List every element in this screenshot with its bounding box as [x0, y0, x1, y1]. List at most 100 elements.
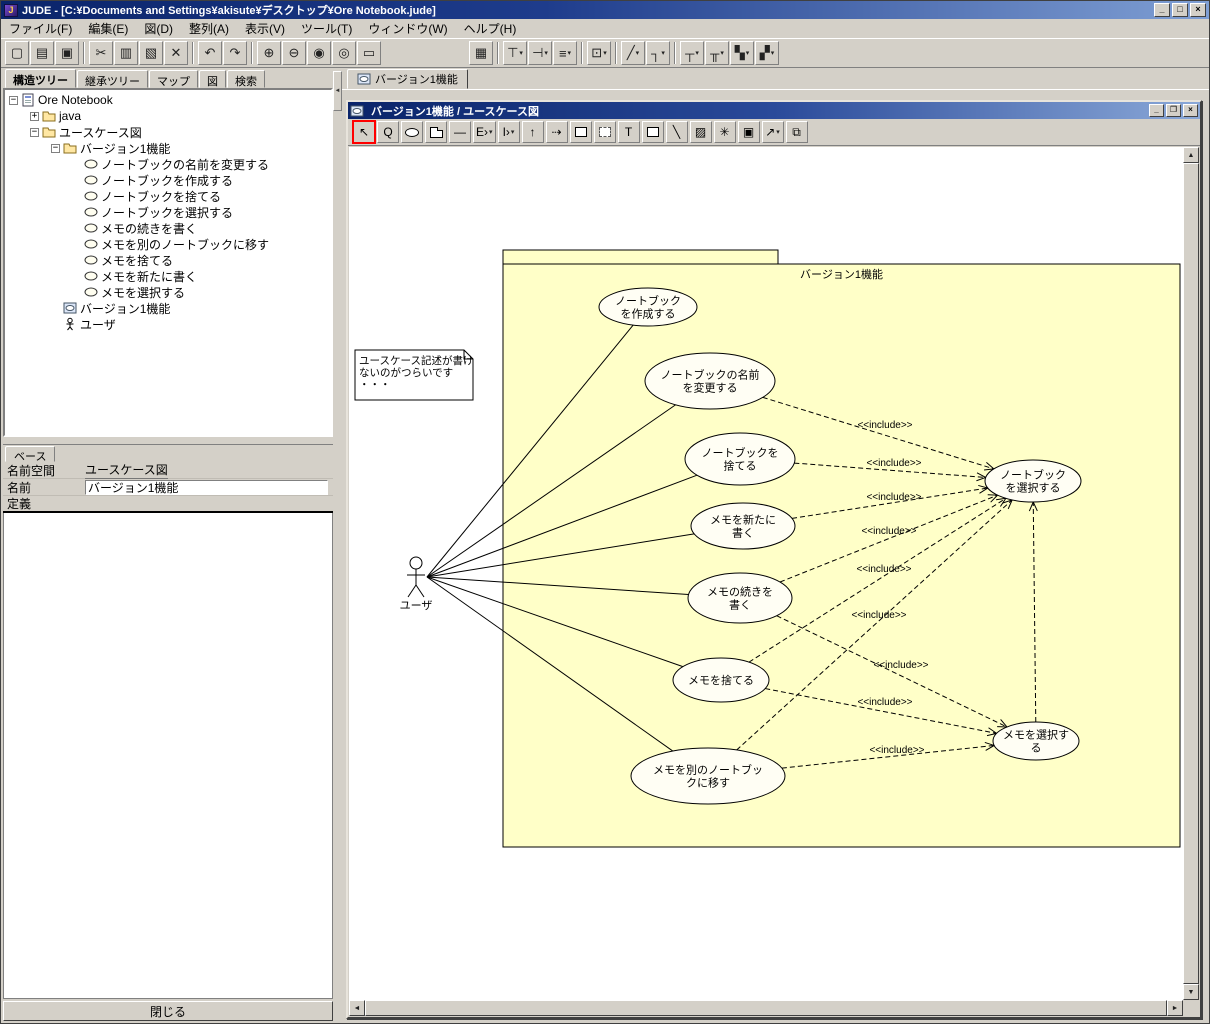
open-button[interactable]: ▤ [30, 41, 54, 65]
image-tool[interactable]: ▨ [689, 121, 712, 143]
actor-node[interactable] [407, 556, 425, 598]
menu-edit[interactable]: 編集(E) [80, 18, 136, 39]
cut-button[interactable]: ✂ [89, 41, 113, 65]
arrow-line-tool[interactable]: ↗ ▾ [761, 121, 784, 143]
line-rightangle-button[interactable]: ┐ ▾ [646, 41, 670, 65]
tab-version1[interactable]: バージョン1機能 [347, 69, 468, 89]
minimize-button[interactable]: _ [1154, 3, 1170, 17]
usecase-node[interactable]: メモを捨てる [672, 657, 770, 703]
include-tool[interactable]: I› ▾ [497, 121, 520, 143]
zoom-100-button[interactable]: ◉ [307, 41, 331, 65]
extend-tool[interactable]: E› ▾ [473, 121, 496, 143]
tree-item[interactable]: − バージョン1機能 [5, 140, 331, 156]
note-tool[interactable] [569, 121, 592, 143]
scroll-down-button[interactable]: ▼ [1183, 984, 1199, 1000]
scroll-up-button[interactable]: ▲ [1183, 147, 1199, 163]
package-tab[interactable] [502, 249, 779, 265]
align-vertical-button[interactable]: ⊤ ▾ [503, 41, 527, 65]
zoom-in-button[interactable]: ⊕ [257, 41, 281, 65]
tree-item[interactable]: + java [5, 108, 331, 124]
usecase-node[interactable]: ノートブックの名前を変更する [644, 352, 776, 410]
text-tool[interactable]: T [617, 121, 640, 143]
usecase-node[interactable]: ノートブックを選択する [984, 459, 1082, 503]
tree-expand-minus-icon[interactable]: − [9, 95, 18, 105]
menu-diagram[interactable]: 図(D) [136, 18, 181, 39]
line-tool[interactable]: ╲ [665, 121, 688, 143]
mdi-minimize-button[interactable]: _ [1149, 104, 1164, 117]
usecase-node[interactable]: ノートブックを作成する [598, 287, 698, 327]
zoom-fit-button[interactable]: ◎ [332, 41, 356, 65]
dependency-tool[interactable]: ⇢ [545, 121, 568, 143]
menu-file[interactable]: ファイル(F) [1, 18, 80, 39]
save-button[interactable]: ▣ [55, 41, 79, 65]
mdi-close-button[interactable]: × [1183, 104, 1198, 117]
splitter-collapse-button[interactable]: ◄ [333, 71, 342, 111]
delete-button[interactable]: ✕ [164, 41, 188, 65]
resize-button[interactable]: ⊡ ▾ [587, 41, 611, 65]
close-button[interactable]: × [1190, 3, 1206, 17]
tree-item[interactable]: − ユースケース図 [5, 124, 331, 140]
line-straight-button[interactable]: ╱ ▾ [621, 41, 645, 65]
tree-item[interactable]: メモの続きを書く [5, 220, 331, 236]
new-button[interactable]: ▢ [5, 41, 29, 65]
note-anchor-tool[interactable] [593, 121, 616, 143]
tree-expand-plus-icon[interactable]: + [30, 111, 39, 121]
vertical-scrollbar[interactable]: ▲ ▼ [1183, 147, 1199, 1000]
tab-search[interactable]: 検索 [227, 70, 265, 88]
paste-button[interactable]: ▧ [139, 41, 163, 65]
align-horizontal-button[interactable]: ⊣ ▾ [528, 41, 552, 65]
usecase-node[interactable]: メモを新たに書く [690, 502, 796, 550]
definition-area[interactable] [3, 513, 333, 999]
tab-base[interactable]: ベース [5, 446, 56, 463]
depth-button[interactable]: ╥ ▾ [705, 41, 729, 65]
copy-button[interactable]: ▥ [114, 41, 138, 65]
tab-map[interactable]: マップ [149, 70, 198, 88]
menu-align[interactable]: 整列(A) [181, 18, 237, 39]
tab-structure-tree[interactable]: 構造ツリー [5, 69, 76, 88]
hierarchy-button[interactable]: ┬ ▾ [680, 41, 704, 65]
package-tool[interactable] [425, 121, 447, 143]
tree-item[interactable]: ノートブックの名前を変更する [5, 156, 331, 172]
generalization-tool[interactable]: ↑ [521, 121, 544, 143]
tree-item[interactable]: ユーザ [5, 316, 331, 332]
undo-button[interactable]: ↶ [198, 41, 222, 65]
tree-item[interactable]: メモを選択する [5, 284, 331, 300]
adjust-tool[interactable]: ✳ [713, 121, 736, 143]
diagram-window-titlebar[interactable]: バージョン1機能 / ユースケース図 _ ❐ × [348, 102, 1200, 119]
tree-item[interactable]: ノートブックを選択する [5, 204, 331, 220]
rect-tool[interactable] [641, 121, 664, 143]
order-front-button[interactable]: ▚ ▾ [730, 41, 754, 65]
usecase-node[interactable]: メモの続きを書く [687, 572, 793, 624]
usecase-node[interactable]: メモを選択する [992, 721, 1080, 761]
distribute-button[interactable]: ≡ ▾ [553, 41, 577, 65]
menu-help[interactable]: ヘルプ(H) [456, 18, 525, 39]
tree-expand-minus-icon[interactable]: − [30, 127, 39, 137]
name-field[interactable] [85, 479, 328, 495]
menu-window[interactable]: ウィンドウ(W) [360, 18, 455, 39]
horizontal-scrollbar[interactable]: ◄ ► [349, 1000, 1183, 1016]
order-back-button[interactable]: ▞ ▾ [755, 41, 779, 65]
tree-expand-minus-icon[interactable]: − [51, 143, 60, 153]
select-tool[interactable]: ↖ [352, 120, 376, 144]
menu-tool[interactable]: ツール(T) [293, 18, 360, 39]
package-frame[interactable] [502, 263, 1181, 848]
vertical-scroll-thumb[interactable] [1183, 163, 1199, 984]
lasso-tool[interactable]: Q [377, 121, 399, 143]
usecase-node[interactable]: メモを別のノートブックに移す [630, 747, 786, 805]
tree-item[interactable]: ノートブックを捨てる [5, 188, 331, 204]
tree-item[interactable]: ノートブックを作成する [5, 172, 331, 188]
tab-diagram[interactable]: 図 [199, 70, 226, 88]
diagram-canvas[interactable]: バージョン1機能 ユースケース記述が書け ないのがつらいです ・・・ ユーザ <<incl… [349, 147, 1183, 1000]
usecase-tool[interactable] [401, 121, 423, 143]
redo-button[interactable]: ↷ [223, 41, 247, 65]
zoom-area-button[interactable]: ▭ [357, 41, 381, 65]
zoom-out-button[interactable]: ⊖ [282, 41, 306, 65]
scroll-left-button[interactable]: ◄ [349, 1000, 365, 1016]
scroll-right-button[interactable]: ► [1167, 1000, 1183, 1016]
mdi-restore-button[interactable]: ❐ [1166, 104, 1181, 117]
tree-item[interactable]: − Ore Notebook [5, 92, 331, 108]
usecase-node[interactable]: ノートブックを捨てる [684, 432, 796, 486]
frame-tool[interactable]: ▣ [737, 121, 760, 143]
grid-button[interactable]: ▦ [469, 41, 493, 65]
maximize-button[interactable]: □ [1172, 3, 1188, 17]
